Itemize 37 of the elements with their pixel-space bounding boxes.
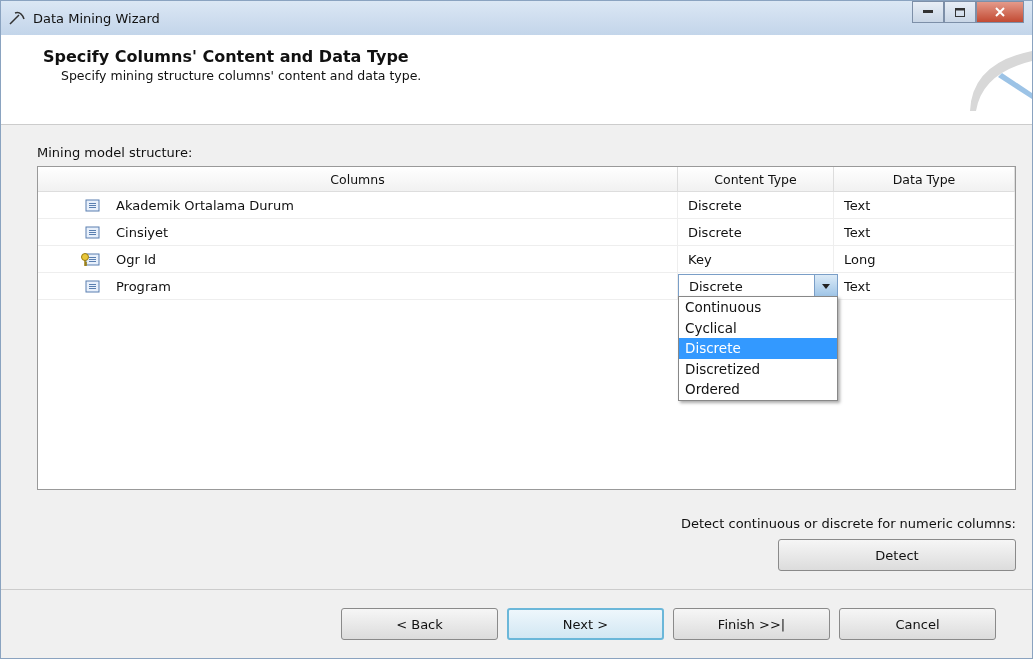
window-title: Data Mining Wizard (33, 10, 160, 26)
page-subtitle: Specify mining structure columns' content and data type. (61, 68, 422, 83)
wizard-button[interactable]: Finish >>| (673, 608, 830, 640)
table-cell: Text (844, 224, 871, 240)
dropdown-option[interactable]: Cyclical (679, 317, 837, 338)
minimize-button[interactable] (912, 1, 944, 23)
table-cell: Cinsiyet (116, 224, 169, 240)
close-icon (995, 7, 1005, 17)
wizard-button[interactable]: Cancel (839, 608, 996, 640)
caret-icon (822, 283, 830, 289)
dropdown-option[interactable]: Ordered (679, 379, 837, 400)
wizard-button[interactable]: Next > (507, 608, 664, 640)
maximize-icon (955, 7, 965, 17)
table-cell: Text (844, 278, 871, 294)
detect-label: Detect continuous or discrete for numeric columns: (681, 516, 1016, 531)
table-cell: Long (844, 251, 876, 267)
column-header[interactable]: Columns (38, 167, 678, 191)
table-cell: Program (116, 278, 171, 294)
table-cell: Text (844, 197, 871, 213)
column-header[interactable]: Data Type (834, 167, 1015, 191)
column-header[interactable]: Content Type (678, 167, 834, 191)
table-cell: Discrete (688, 197, 742, 213)
table-cell: Ogr Id (116, 251, 157, 267)
key-column-icon (80, 251, 100, 267)
table-cell: Discrete (688, 224, 742, 240)
minimize-icon (923, 10, 933, 14)
maximize-button[interactable] (944, 1, 976, 23)
detect-button[interactable]: Detect (778, 539, 1016, 571)
pickaxe-icon (9, 11, 25, 25)
page-title: Specify Columns' Content and Data Type (43, 47, 410, 66)
table-cell: Key (688, 251, 712, 267)
dropdown-option[interactable]: Discretized (679, 358, 837, 379)
wizard-button[interactable]: < Back (341, 608, 498, 640)
dropdown-option[interactable]: Continuous (679, 297, 837, 318)
close-button[interactable] (976, 1, 1024, 23)
table-cell: Akademik Ortalama Durum (116, 197, 294, 213)
table-label: Mining model structure: (37, 145, 194, 160)
